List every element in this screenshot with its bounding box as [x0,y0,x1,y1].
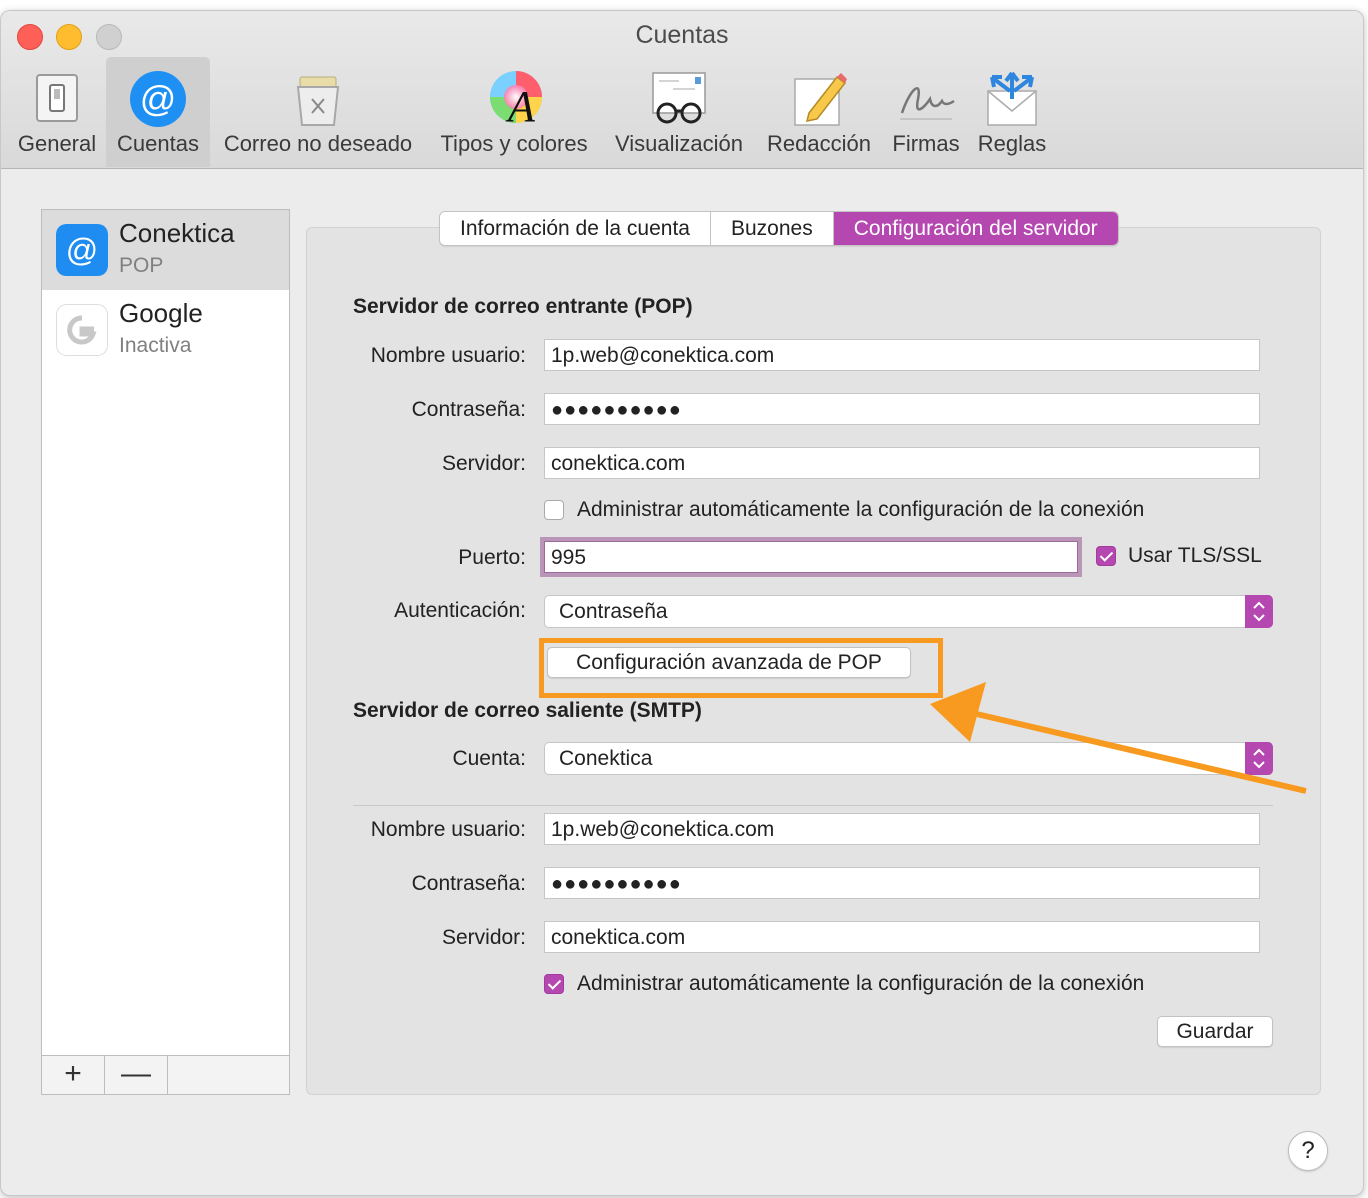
incoming-server-label: Servidor: [441,452,526,475]
smtp-account-select[interactable]: Conektica [544,742,1273,775]
outgoing-section-title: Servidor de correo saliente (SMTP) [353,699,702,722]
outgoing-username-label: Nombre usuario: [370,818,526,841]
toolbar-firmas[interactable]: Firmas [885,57,967,167]
trash-bin-icon [296,76,340,126]
incoming-password-label: Contraseña: [411,398,526,421]
toolbar-label: Cuentas [117,131,199,156]
toolbar-reglas[interactable]: Reglas [971,57,1053,167]
tls-label: Usar TLS/SSL [1128,544,1262,567]
incoming-auto-manage-label: Administrar automáticamente la configura… [577,498,1145,521]
toolbar-label: Reglas [977,131,1047,156]
section-divider [353,805,1273,806]
incoming-server-field[interactable]: conektica.com [544,447,1260,479]
account-status: Inactiva [119,334,192,357]
tab-informacion-cuenta[interactable]: Información de la cuenta [440,212,711,245]
svg-text:@: @ [66,232,98,268]
smtp-account-value: Conektica [559,747,653,770]
window-title: Cuentas [635,21,729,49]
pencil-paper-icon [794,73,847,126]
toolbar-cuentas[interactable]: @ Cuentas [106,57,210,167]
toolbar-tipos-y-colores[interactable]: A Tipos y colores [429,57,599,167]
outgoing-auto-manage-checkbox[interactable] [544,974,564,994]
add-account-button[interactable]: + [42,1056,105,1094]
toolbar-label: Correo no deseado [223,131,413,156]
outgoing-auto-manage-label: Administrar automáticamente la configura… [577,972,1145,995]
switch-icon [36,74,78,122]
incoming-section-title: Servidor de correo entrante (POP) [353,295,693,318]
auth-select-value: Contraseña [559,600,668,623]
account-item-conektica[interactable]: @ Conektica POP [42,210,289,290]
outgoing-password-field[interactable]: ●●●●●●●●●● [544,867,1260,899]
svg-text:@: @ [140,78,177,119]
title-bar: Cuentas General @ Cuentas Correo no dese… [1,11,1363,169]
at-sign-icon: @ [130,71,186,127]
chevron-updown-icon [1245,742,1273,775]
smtp-account-label: Cuenta: [452,747,526,770]
at-sign-icon: @ [56,224,108,276]
chevron-updown-icon [1245,595,1273,628]
tab-buzones[interactable]: Buzones [711,212,834,245]
account-list: @ Conektica POP Google Inactiva + — [41,209,290,1095]
port-label: Puerto: [458,546,526,569]
incoming-username-field[interactable]: 1p.web@conektica.com [544,339,1260,371]
tab-configuracion-servidor[interactable]: Configuración del servidor [833,212,1118,245]
tab-bar: Información de la cuenta Buzones Configu… [439,211,1119,246]
account-list-controls: + — [42,1055,289,1094]
save-button[interactable]: Guardar [1157,1016,1273,1047]
help-button[interactable]: ? [1288,1131,1328,1171]
annotation-highlight-box [539,638,943,698]
toolbar-correo-no-deseado[interactable]: Correo no deseado [213,57,423,167]
preferences-window: Cuentas General @ Cuentas Correo no dese… [0,10,1364,1196]
account-status: POP [119,254,164,277]
envelope-arrows-icon [987,71,1037,126]
auth-select[interactable]: Contraseña [544,595,1273,628]
toolbar-visualizacion[interactable]: Visualización [605,57,753,167]
toolbar-label: Firmas [892,131,960,156]
incoming-auto-manage-checkbox[interactable] [544,500,564,520]
color-wheel-icon: A [490,71,542,129]
account-name: Google [119,298,203,328]
port-field[interactable]: 995 [544,541,1078,573]
signature-icon [900,87,955,120]
outgoing-password-label: Contraseña: [411,872,526,895]
toolbar-general[interactable]: General [9,57,105,167]
outgoing-username-field[interactable]: 1p.web@conektica.com [544,813,1260,845]
toolbar-label: General [17,131,97,156]
incoming-password-field[interactable]: ●●●●●●●●●● [544,393,1260,425]
toolbar-redaccion[interactable]: Redacción [759,57,879,167]
toolbar-label: Redacción [767,131,871,156]
tls-checkbox[interactable] [1096,546,1116,566]
outgoing-server-label: Servidor: [441,926,526,949]
account-name: Conektica [119,218,235,248]
glasses-letter-icon [652,72,706,124]
google-icon [56,304,108,356]
auth-label: Autenticación: [394,599,526,622]
outgoing-server-field[interactable]: conektica.com [544,921,1260,953]
remove-account-button[interactable]: — [105,1056,168,1094]
incoming-username-label: Nombre usuario: [370,344,526,367]
account-item-google[interactable]: Google Inactiva [42,290,289,370]
svg-text:A: A [505,82,536,129]
toolbar-label: Visualización [614,131,743,156]
toolbar-label: Tipos y colores [440,131,588,156]
